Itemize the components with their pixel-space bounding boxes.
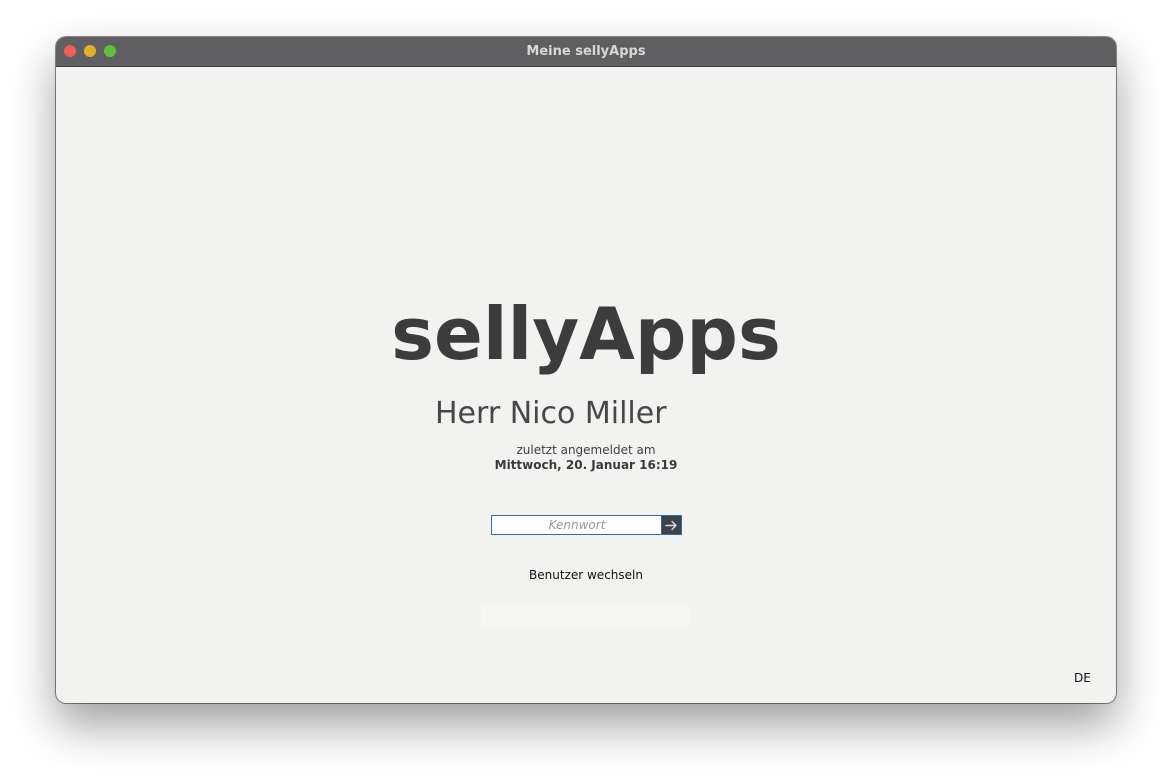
status-area [481, 604, 690, 626]
login-panel: sellyApps Herr Nico Miller zuletzt angem… [56, 67, 1116, 703]
password-input[interactable] [491, 515, 663, 535]
password-form [491, 515, 682, 535]
app-logo: sellyApps [391, 292, 781, 376]
login-submit-button[interactable] [661, 515, 682, 535]
last-login-date: Mittwoch, 20. Januar 16:19 [494, 458, 678, 472]
app-window: Meine sellyApps sellyApps Herr Nico Mill… [56, 37, 1116, 703]
user-name: Herr Nico Miller [435, 396, 667, 431]
window-title: Meine sellyApps [526, 44, 646, 59]
language-selector[interactable]: DE [1074, 670, 1091, 686]
last-login-label: zuletzt angemeldet am [516, 443, 656, 457]
arrow-right-icon [665, 516, 678, 535]
title-bar[interactable]: Meine sellyApps [56, 37, 1116, 67]
switch-user-link[interactable]: Benutzer wechseln [56, 567, 1116, 583]
